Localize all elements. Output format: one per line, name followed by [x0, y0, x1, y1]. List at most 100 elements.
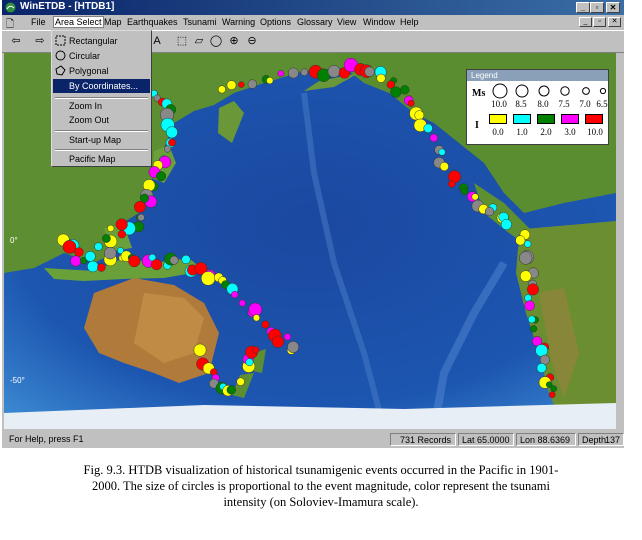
tsunami-event-marker[interactable] — [550, 385, 558, 393]
tsunami-event-marker[interactable] — [439, 161, 449, 172]
tsunami-event-marker[interactable] — [471, 193, 479, 201]
title-bar[interactable]: WinETDB - [HTDB1] _ ▫ ✕ — [2, 0, 624, 15]
tsunami-event-marker[interactable] — [414, 110, 425, 121]
tsunami-event-marker[interactable] — [500, 218, 512, 231]
tsunami-event-marker[interactable] — [248, 302, 263, 317]
tsunami-event-marker[interactable] — [519, 270, 532, 282]
tsunami-event-marker[interactable] — [217, 85, 226, 94]
mdi-close-button[interactable]: ✕ — [608, 17, 621, 27]
tsunami-event-marker[interactable] — [423, 123, 433, 133]
mdi-minimize-button[interactable]: _ — [579, 17, 592, 27]
tsunami-event-marker[interactable] — [156, 171, 167, 182]
menu-warning[interactable]: Warning — [222, 17, 255, 27]
tsunami-event-marker[interactable] — [151, 259, 163, 271]
tsunami-event-marker[interactable] — [484, 206, 495, 217]
tsunami-event-marker[interactable] — [524, 300, 535, 311]
tsunami-event-marker[interactable] — [390, 86, 402, 98]
tsunami-event-marker[interactable] — [271, 335, 285, 348]
tsunami-event-marker[interactable] — [231, 290, 239, 299]
tsunami-event-marker[interactable] — [400, 85, 410, 95]
menu-area-select[interactable]: Area Select — [53, 16, 104, 28]
tsunami-event-marker[interactable] — [529, 325, 538, 333]
tsunami-event-marker[interactable] — [252, 314, 261, 322]
tsunami-event-marker[interactable] — [266, 77, 274, 85]
tsunami-event-marker[interactable] — [107, 224, 115, 232]
menu-item-rectangular[interactable]: Rectangular — [53, 34, 150, 48]
tsunami-event-marker[interactable] — [376, 73, 386, 83]
tsunami-event-marker[interactable] — [236, 377, 245, 386]
tsunami-event-marker[interactable] — [168, 138, 176, 147]
tsunami-event-marker[interactable] — [524, 240, 532, 248]
tsunami-event-marker[interactable] — [407, 99, 415, 107]
tsunami-event-marker[interactable] — [429, 133, 438, 143]
tsunami-event-marker[interactable] — [364, 66, 375, 77]
tsunami-event-marker[interactable] — [115, 218, 128, 231]
menu-help[interactable]: Help — [400, 17, 419, 27]
menu-item-startup-map[interactable]: Start-up Map — [53, 133, 150, 147]
menu-item-polygonal[interactable]: Polygonal — [53, 64, 150, 78]
close-button[interactable]: ✕ — [606, 2, 620, 13]
tsunami-event-marker[interactable] — [104, 246, 117, 260]
tsunami-event-marker[interactable] — [181, 254, 191, 265]
tsunami-event-marker[interactable] — [536, 363, 547, 373]
tsunami-event-marker[interactable] — [84, 251, 96, 262]
menu-item-circular[interactable]: Circular — [53, 49, 150, 63]
tsunami-event-marker[interactable] — [94, 242, 103, 251]
map-legend[interactable]: Legend Ms I 10.0 8.5 8.0 7.5 7.0 6.5 0.0… — [466, 69, 609, 145]
tsunami-event-marker[interactable] — [287, 341, 300, 353]
rectangle-select-tool-icon[interactable]: ⬚ — [174, 34, 190, 49]
tsunami-event-marker[interactable] — [247, 79, 257, 89]
forward-arrow-icon[interactable]: ⇨ — [32, 34, 48, 49]
tsunami-event-marker[interactable] — [102, 234, 111, 243]
menu-item-by-coordinates[interactable]: By Coordinates... — [53, 79, 150, 93]
menu-view[interactable]: View — [337, 17, 356, 27]
tsunami-event-marker[interactable] — [448, 180, 456, 188]
tsunami-event-marker[interactable] — [261, 320, 270, 329]
tsunami-event-marker[interactable] — [193, 343, 207, 357]
tsunami-event-marker[interactable] — [117, 230, 127, 239]
tsunami-event-marker[interactable] — [169, 255, 179, 265]
tsunami-event-marker[interactable] — [245, 358, 254, 367]
tsunami-event-marker[interactable] — [70, 255, 82, 267]
tsunami-event-marker[interactable] — [226, 385, 236, 395]
zoom-in-icon[interactable]: ⊕ — [226, 34, 242, 49]
tsunami-event-marker[interactable] — [163, 145, 172, 153]
tsunami-event-marker[interactable] — [527, 283, 539, 296]
menu-map[interactable]: Map — [104, 17, 122, 27]
tsunami-event-marker[interactable] — [277, 70, 285, 77]
tsunami-event-marker[interactable] — [252, 346, 260, 354]
menu-options[interactable]: Options — [260, 17, 291, 27]
tsunami-event-marker[interactable] — [527, 315, 536, 324]
back-arrow-icon[interactable]: ⇦ — [8, 34, 24, 49]
tsunami-event-marker[interactable] — [165, 126, 178, 139]
tsunami-event-marker[interactable] — [238, 299, 246, 307]
tsunami-event-marker[interactable] — [137, 213, 145, 222]
tsunami-event-marker[interactable] — [200, 271, 216, 286]
tsunami-event-marker[interactable] — [438, 148, 446, 156]
tsunami-event-marker[interactable] — [300, 68, 309, 76]
mdi-restore-button[interactable]: ▫ — [593, 17, 606, 27]
menu-tsunami[interactable]: Tsunami — [183, 17, 217, 27]
tsunami-event-marker[interactable] — [283, 333, 292, 341]
tsunami-event-marker[interactable] — [548, 391, 556, 399]
tsunami-event-marker[interactable] — [128, 255, 141, 268]
tsunami-event-marker[interactable] — [87, 260, 99, 273]
tsunami-event-marker[interactable] — [327, 64, 341, 78]
tsunami-event-marker[interactable] — [97, 263, 106, 272]
tsunami-event-marker[interactable] — [226, 80, 237, 90]
menu-window[interactable]: Window — [363, 17, 395, 27]
tsunami-event-marker[interactable] — [535, 344, 548, 357]
tsunami-event-marker[interactable] — [133, 200, 146, 213]
tsunami-event-marker[interactable] — [519, 251, 533, 265]
tsunami-event-marker[interactable] — [74, 247, 84, 257]
tsunami-event-marker[interactable] — [62, 240, 77, 254]
zoom-out-icon[interactable]: ⊖ — [244, 34, 260, 49]
tsunami-event-marker[interactable] — [460, 187, 469, 195]
tsunami-event-marker[interactable] — [238, 81, 245, 88]
menu-file[interactable]: File — [31, 17, 46, 27]
menu-item-zoom-in[interactable]: Zoom In — [53, 99, 150, 113]
polygon-select-tool-icon[interactable]: ▱ — [191, 34, 207, 49]
menu-item-pacific-map[interactable]: Pacific Map — [53, 152, 150, 166]
restore-button[interactable]: ▫ — [590, 2, 604, 13]
tsunami-event-marker[interactable] — [515, 235, 526, 246]
